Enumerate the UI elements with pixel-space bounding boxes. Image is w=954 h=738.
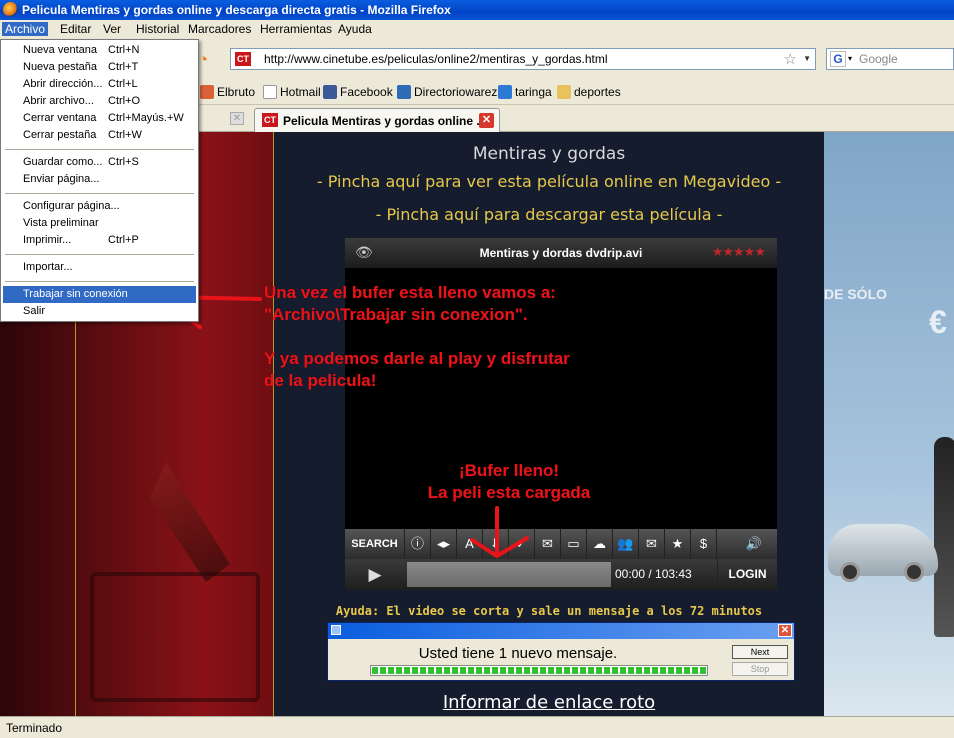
menu-item-shortcut: Ctrl+S (108, 156, 139, 168)
menu-item-label: Enviar página... (23, 173, 100, 185)
menu-item-nueva-pestana[interactable]: Nueva pestaña Ctrl+T (3, 59, 196, 76)
menu-item-label: Vista preliminar (23, 217, 99, 229)
menu-item-salir[interactable]: Salir (3, 303, 196, 320)
menu-item-enviar-pagina[interactable]: Enviar página... (3, 171, 196, 188)
menu-item-label: Importar... (23, 261, 73, 273)
menu-separator (5, 254, 194, 255)
archivo-menu: Nueva ventana Ctrl+N Nueva pestaña Ctrl+T … (0, 39, 199, 322)
menu-item-label: Salir (23, 305, 46, 317)
menu-item-shortcut: Ctrl+Mayús.+W (108, 112, 184, 124)
menu-separator (5, 193, 194, 194)
menu-item-label: Nueva ventana (23, 44, 97, 56)
menu-item-label: Nueva pestaña (23, 61, 97, 73)
menu-item-shortcut: Ctrl+P (108, 234, 139, 246)
menu-item-label: Cerrar ventana (23, 112, 97, 124)
menu-separator (5, 149, 194, 150)
menu-item-shortcut: Ctrl+N (108, 44, 140, 56)
menu-item-shortcut: Ctrl+O (108, 95, 141, 107)
menu-item-cerrar-ventana[interactable]: Cerrar ventana Ctrl+Mayús.+W (3, 110, 196, 127)
status-bar: Terminado (0, 716, 954, 738)
menu-item-cerrar-pestana[interactable]: Cerrar pestaña Ctrl+W (3, 127, 196, 144)
menu-item-label: Configurar página... (23, 200, 120, 212)
menu-item-label: Imprimir... (23, 234, 72, 246)
status-text: Terminado (6, 721, 63, 735)
menu-item-importar[interactable]: Importar... (3, 259, 196, 276)
menu-item-imprimir[interactable]: Imprimir... Ctrl+P (3, 232, 196, 249)
menu-item-label: Abrir archivo... (23, 95, 94, 107)
menu-item-shortcut: Ctrl+W (108, 129, 142, 141)
menu-item-label: Trabajar sin conexión (23, 288, 128, 300)
menu-item-vista-preliminar[interactable]: Vista preliminar (3, 215, 196, 232)
menu-separator (5, 281, 194, 282)
menu-item-nueva-ventana[interactable]: Nueva ventana Ctrl+N (3, 42, 196, 59)
menu-item-label: Guardar como... (23, 156, 103, 168)
menu-item-label: Abrir dirección... (23, 78, 103, 90)
menu-item-label: Cerrar pestaña (23, 129, 97, 141)
menu-item-trabajar-sin-conexion[interactable]: Trabajar sin conexión (3, 286, 196, 303)
menu-item-abrir-archivo[interactable]: Abrir archivo... Ctrl+O (3, 93, 196, 110)
down-arrow-icon (470, 506, 529, 559)
menu-item-shortcut: Ctrl+L (108, 78, 138, 90)
menu-item-abrir-direccion[interactable]: Abrir dirección... Ctrl+L (3, 76, 196, 93)
menu-item-guardar-como[interactable]: Guardar como... Ctrl+S (3, 154, 196, 171)
menu-item-configurar-pagina[interactable]: Configurar página... (3, 198, 196, 215)
menu-item-shortcut: Ctrl+T (108, 61, 139, 73)
